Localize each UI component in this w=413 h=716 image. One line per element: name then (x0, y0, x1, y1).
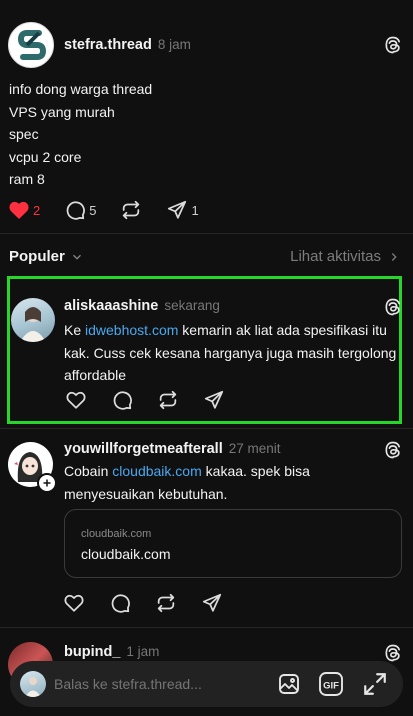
repost-button[interactable] (157, 389, 179, 411)
comment-icon (66, 201, 86, 220)
section-title: Populer (9, 248, 65, 265)
reply-time: 27 menit (228, 441, 281, 456)
reply-composer: GIF (10, 661, 403, 707)
send-icon (202, 593, 222, 612)
like-button[interactable] (8, 199, 30, 221)
link-preview-card[interactable]: cloudbaik.com cloudbaik.com (64, 509, 402, 578)
comment-icon (111, 594, 130, 613)
reply-username[interactable]: aliskaaashine (64, 298, 158, 314)
view-activity-label: Lihat aktivitas (290, 248, 381, 265)
like-button[interactable] (63, 592, 85, 614)
repost-icon (159, 390, 177, 410)
reply-link[interactable]: idwebhost.com (85, 322, 178, 338)
threads-logo-icon[interactable] (383, 35, 403, 60)
gif-icon: GIF (319, 672, 343, 696)
expand-button[interactable] (362, 671, 388, 697)
gif-button[interactable]: GIF (318, 671, 344, 697)
share-button[interactable] (201, 592, 223, 614)
reply-item: youwillforgetmeafterall 27 menit Cobain c… (0, 429, 413, 624)
reply-button[interactable] (111, 389, 133, 411)
main-post: stefra.thread 8 jam info dong warga threa… (0, 0, 413, 232)
main-post-time: 8 jam (157, 37, 191, 52)
share-button[interactable] (203, 389, 225, 411)
expand-icon (364, 673, 386, 695)
composer-avatar (20, 671, 46, 697)
reply-text: Ke idwebhost.com kemarin ak liat ada spe… (64, 319, 400, 387)
post-line: VPS yang murah (9, 103, 115, 120)
reply-link[interactable]: cloudbaik.com (112, 463, 202, 479)
heart-icon (66, 391, 86, 409)
send-icon (168, 200, 187, 219)
repost-icon (157, 593, 175, 613)
view-activity-link[interactable]: Lihat aktivitas (290, 248, 401, 265)
avatar-photo-icon (20, 307, 46, 342)
repost-button[interactable] (155, 592, 177, 614)
reply-time: sekarang (164, 298, 220, 313)
share-button[interactable] (166, 199, 188, 221)
sort-dropdown[interactable]: Populer (9, 248, 84, 265)
reply-button[interactable] (64, 199, 86, 221)
reply-text-start: Ke (64, 322, 86, 338)
link-preview-title: cloudbaik.com (81, 546, 171, 562)
post-line: spec (9, 126, 39, 142)
post-line: ram 8 (9, 171, 45, 187)
reply-text-start: Cobain (64, 463, 113, 479)
comment-icon (113, 391, 132, 410)
reply-input[interactable] (54, 673, 254, 695)
reply-username[interactable]: bupind_ (64, 644, 120, 660)
svg-text:GIF: GIF (323, 681, 339, 692)
reply-item: aliskaaashine sekarang Ke idwebhost.com k… (7, 276, 402, 424)
follow-plus-button[interactable] (37, 473, 57, 493)
like-button[interactable] (65, 389, 87, 411)
heart-filled-icon (9, 201, 29, 219)
repost-button[interactable] (120, 199, 142, 221)
reply-count: 5 (89, 202, 97, 218)
threads-logo-icon[interactable] (383, 440, 403, 465)
avatar-photo-icon (25, 677, 41, 697)
reply-username[interactable]: youwillforgetmeafterall (64, 441, 223, 457)
send-icon (204, 390, 224, 409)
heart-icon (64, 594, 84, 612)
chevron-right-icon (391, 252, 397, 261)
reply-time: 1 jam (126, 644, 160, 659)
reply-button[interactable] (109, 592, 131, 614)
image-icon (279, 674, 299, 694)
post-line: info dong warga thread (9, 81, 153, 97)
image-attach-button[interactable] (277, 672, 301, 696)
reply-text: Cobain cloudbaik.com kakaa. spek bisa me… (64, 460, 384, 505)
main-post-username[interactable]: stefra.thread (64, 37, 152, 53)
repost-icon (123, 200, 140, 220)
reply-avatar[interactable] (11, 298, 55, 342)
plus-icon (43, 479, 51, 487)
link-preview-domain: cloudbaik.com (81, 528, 152, 540)
post-line: vcpu 2 core (9, 148, 82, 165)
like-count: 2 (33, 202, 41, 218)
divider (0, 233, 413, 234)
site-logo-icon (17, 30, 47, 60)
main-post-avatar[interactable] (8, 22, 54, 68)
share-count: 1 (191, 202, 199, 218)
chevron-down-icon (72, 254, 81, 260)
